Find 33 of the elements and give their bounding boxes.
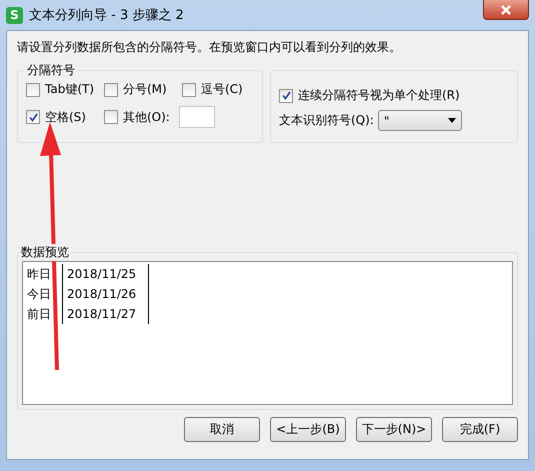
preview-cell: 2018/11/26 [63,284,149,304]
checkbox[interactable] [104,110,118,124]
preview-cell: 前日 [27,304,63,324]
preview-cell: 今日 [27,284,63,304]
instruction-text: 请设置分列数据所包含的分隔符号。在预览窗口内可以看到分列的效果。 [17,39,402,56]
group-title: 数据预览 [21,244,71,261]
caret-icon [448,118,456,123]
group-title: 分隔符号 [24,62,78,79]
preview-cell: 昨日 [27,264,63,284]
checkbox-label: Tab键(T) [45,81,94,98]
dialog-button[interactable]: 取消 [184,417,260,442]
dialog-button[interactable]: <上一步(B) [270,417,346,442]
checkbox[interactable] [279,88,293,102]
qualifier-label: 文本识别符号(Q): [279,112,374,129]
dialog-button[interactable]: 完成(F) [442,417,518,442]
close-icon [501,4,511,14]
dialog-button[interactable]: 下一步(N)> [356,417,432,442]
checkbox-label: 空格(S) [45,108,86,126]
close-button[interactable] [483,0,529,20]
preview-cell: 2018/11/25 [63,264,149,284]
preview-cell: 2018/11/27 [63,304,149,324]
window-title: 文本分列向导 - 3 步骤之 2 [29,7,184,24]
checkbox-label: 分号(M) [123,81,167,98]
checkbox-label: 连续分隔符号视为单个处理(R) [298,87,460,104]
checkbox[interactable] [104,82,118,96]
checkbox[interactable] [26,110,40,124]
app-icon: S [6,6,23,24]
checkbox[interactable] [182,82,196,96]
qualifier-dropdown[interactable]: " [378,110,462,131]
checkbox-label: 逗号(C) [201,81,243,98]
other-field[interactable] [178,106,215,128]
checkbox-label: 其他(O): [123,108,170,126]
checkbox[interactable] [26,82,40,96]
